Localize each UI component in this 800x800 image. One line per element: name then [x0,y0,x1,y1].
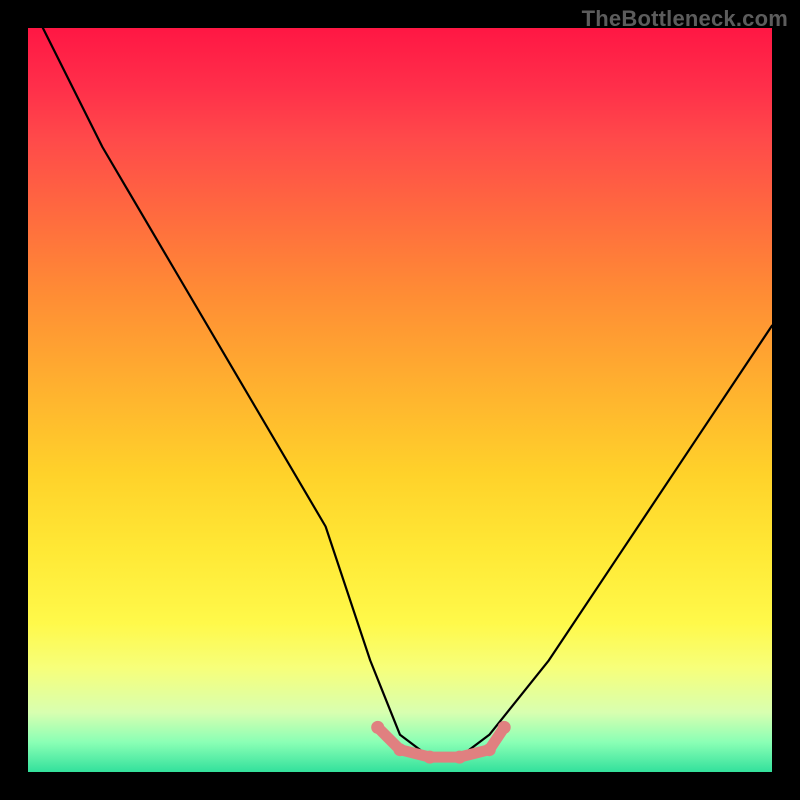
highlight-dot [498,721,511,734]
highlight-dot [423,751,436,764]
watermark-text: TheBottleneck.com [582,6,788,32]
highlight-dot [453,751,466,764]
highlight-dot [371,721,384,734]
highlight-dot [394,743,407,756]
highlight-dot [483,743,496,756]
plot-area [28,28,772,772]
curve-layer [28,28,772,772]
chart-container: TheBottleneck.com [0,0,800,800]
bottleneck-curve [43,28,772,757]
